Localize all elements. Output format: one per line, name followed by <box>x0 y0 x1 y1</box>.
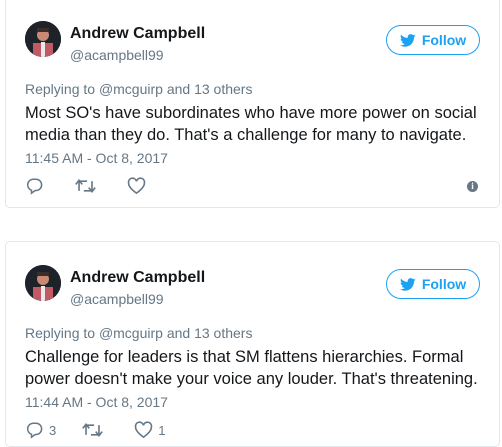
bird-icon <box>399 277 416 291</box>
like-icon <box>134 421 153 439</box>
tweet-timestamp[interactable]: 11:44 AM - Oct 8, 2017 <box>25 394 168 410</box>
follow-button[interactable]: Follow <box>386 269 480 299</box>
avatar-image <box>25 265 61 301</box>
reply-context: Replying to @mcguirp and 13 others <box>25 325 252 341</box>
like-icon <box>127 177 146 195</box>
like-count: 1 <box>158 422 166 438</box>
tweet-actions <box>25 176 177 196</box>
author-name[interactable]: Andrew Campbell <box>70 269 205 287</box>
author-handle[interactable]: @acampbell99 <box>70 291 164 307</box>
reply-icon <box>26 178 43 195</box>
tweet-text: Most SO's have subordinates who have mor… <box>25 104 477 144</box>
reply-to-link[interactable]: @mcguirp <box>99 81 163 97</box>
avatar[interactable] <box>25 21 61 57</box>
reply-prefix: Replying to <box>25 325 96 341</box>
retweet-button[interactable] <box>82 421 108 439</box>
bird-icon <box>399 33 416 47</box>
tweet-card: Andrew Campbell @acampbell99 Follow Repl… <box>5 0 500 208</box>
author-name[interactable]: Andrew Campbell <box>70 25 205 43</box>
info-icon[interactable]: i <box>467 181 478 192</box>
author-handle[interactable]: @acampbell99 <box>70 47 164 63</box>
retweet-icon <box>82 423 104 437</box>
reply-button[interactable]: 3 <box>25 421 56 439</box>
follow-label: Follow <box>421 32 467 48</box>
retweet-icon <box>75 179 96 193</box>
tweet-actions: 3 1 <box>25 420 191 440</box>
avatar-image <box>25 21 61 57</box>
reply-others-link[interactable]: and 13 others <box>167 325 253 341</box>
follow-button[interactable]: Follow <box>386 25 480 55</box>
tweet-text: Challenge for leaders is that SM flatten… <box>25 348 478 388</box>
like-button[interactable] <box>127 177 151 195</box>
reply-prefix: Replying to <box>25 81 96 97</box>
reply-icon <box>26 422 43 439</box>
reply-context: Replying to @mcguirp and 13 others <box>25 81 252 97</box>
like-button[interactable]: 1 <box>134 421 165 439</box>
reply-button[interactable] <box>25 177 49 195</box>
retweet-button[interactable] <box>75 177 101 195</box>
reply-others-link[interactable]: and 13 others <box>167 81 253 97</box>
reply-count: 3 <box>49 422 57 438</box>
avatar[interactable] <box>25 265 61 301</box>
tweet-timestamp[interactable]: 11:45 AM - Oct 8, 2017 <box>25 150 168 166</box>
reply-to-link[interactable]: @mcguirp <box>99 325 163 341</box>
tweet-card: Andrew Campbell @acampbell99 Follow Repl… <box>5 241 500 447</box>
follow-label: Follow <box>421 276 467 292</box>
